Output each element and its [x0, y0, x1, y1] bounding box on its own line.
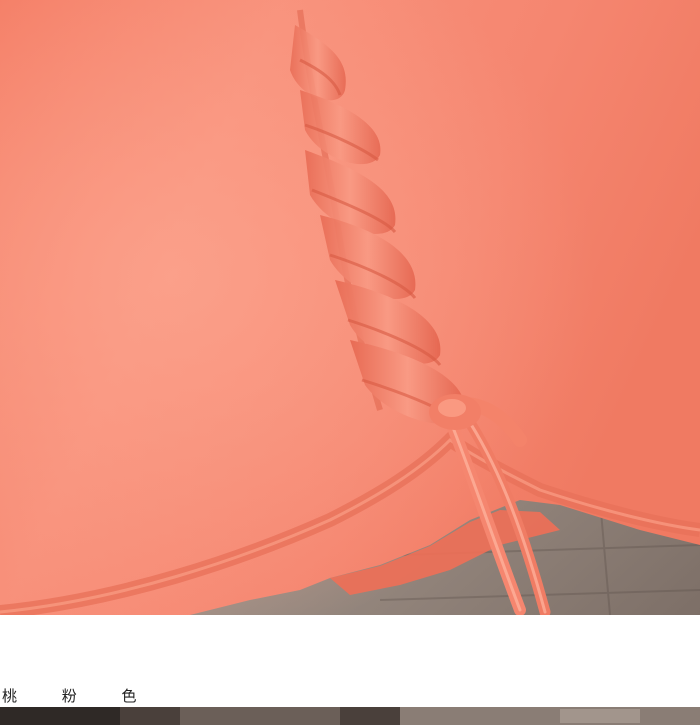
- color-name-caption: 桃 粉 色: [2, 687, 157, 705]
- product-detail-page: 桃 粉 色: [0, 0, 700, 725]
- next-photo-strip: [0, 707, 700, 725]
- fabric-closeup-photo: [0, 0, 700, 615]
